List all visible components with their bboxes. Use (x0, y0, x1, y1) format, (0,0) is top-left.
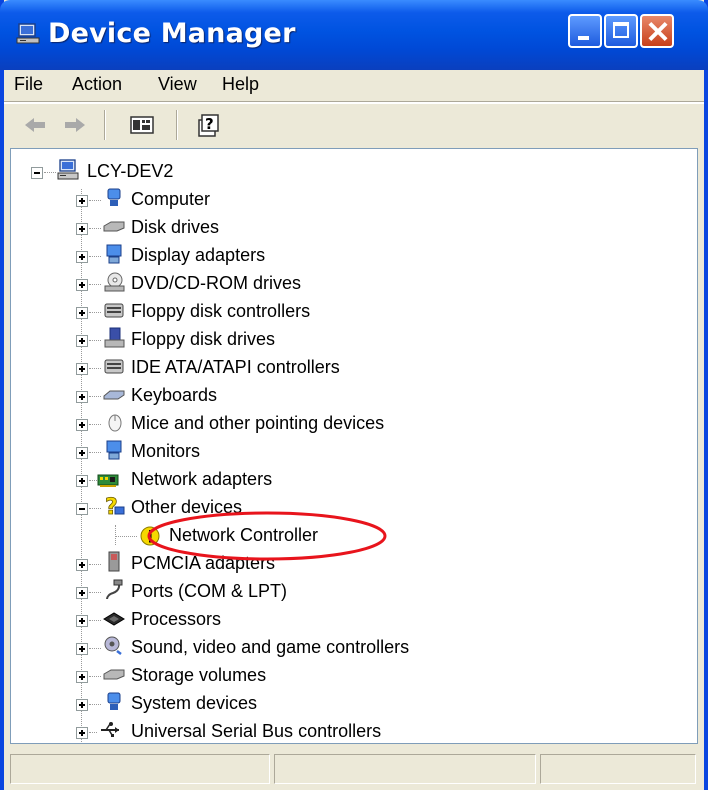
usb-icon (101, 722, 119, 737)
menu-action[interactable]: Action (72, 74, 122, 95)
forward-icon[interactable] (62, 112, 88, 138)
window-title: Device Manager (48, 18, 296, 49)
menu-help[interactable]: Help (222, 74, 259, 95)
computer-icon (107, 188, 121, 206)
pcmcia-icon (108, 551, 120, 572)
tree-item-pcmcia[interactable]: PCMCIA adapters (11, 551, 691, 577)
tree-item-ide-controllers[interactable]: IDE ATA/ATAPI controllers (11, 355, 691, 381)
device-manager-window: Device Manager File Action View Help ? L… (0, 0, 708, 790)
category-label: Mice and other pointing devices (131, 413, 385, 433)
controller-icon (104, 359, 124, 374)
tree-item-processors[interactable]: Processors (11, 607, 691, 633)
title-bar[interactable]: Device Manager (0, 0, 708, 70)
tree-item-network-adapters[interactable]: Network adapters (11, 467, 691, 493)
category-label: Processors (131, 609, 222, 629)
status-cell-right (540, 754, 696, 784)
tree-item-keyboards[interactable]: Keyboards (11, 383, 691, 409)
tree-item-display-adapters[interactable]: Display adapters (11, 243, 691, 269)
svg-text:?: ? (205, 115, 214, 133)
help-icon[interactable]: ? (196, 112, 224, 138)
tree-item-system-devices[interactable]: System devices (11, 691, 691, 717)
category-label: System devices (131, 693, 258, 713)
network-adapter-icon (97, 474, 119, 487)
tree-item-floppy-drives[interactable]: Floppy disk drives (11, 327, 691, 353)
properties-icon[interactable] (128, 112, 156, 138)
collapse-toggle[interactable] (76, 503, 88, 515)
category-label: Disk drives (131, 217, 220, 237)
category-label: Computer (131, 189, 211, 209)
keyboard-icon (103, 390, 125, 400)
maximize-button[interactable] (604, 14, 638, 48)
category-label: Sound, video and game controllers (131, 637, 410, 657)
category-label: Universal Serial Bus controllers (131, 721, 382, 741)
minimize-button[interactable] (568, 14, 602, 48)
tree-item-ports[interactable]: Ports (COM & LPT) (11, 579, 691, 605)
floppy-drive-icon (104, 327, 125, 348)
device-tree: LCY-DEV2 Computer Disk drives Display ad… (10, 148, 698, 744)
computer-root-icon (57, 159, 79, 180)
mouse-icon (108, 414, 122, 432)
sound-icon (104, 636, 122, 655)
tree-item-other-devices[interactable]: ? Other devices (11, 495, 691, 521)
tree-root[interactable]: LCY-DEV2 (11, 159, 691, 185)
system-device-icon (107, 692, 121, 710)
tree-item-disk-drives[interactable]: Disk drives (11, 215, 691, 241)
unknown-device-icon: ? (105, 495, 125, 517)
tree-item-monitors[interactable]: Monitors (11, 439, 691, 465)
port-icon (106, 579, 123, 600)
back-icon[interactable] (22, 112, 48, 138)
tree-item-computer[interactable]: Computer (11, 187, 691, 213)
category-label: Other devices (131, 497, 243, 517)
tree-item-sound[interactable]: Sound, video and game controllers (11, 635, 691, 661)
dvd-drive-icon (104, 272, 125, 292)
tree-item-storage[interactable]: Storage volumes (11, 663, 691, 689)
toolbar-separator (176, 110, 178, 140)
status-cell-main (10, 754, 270, 784)
toolbar-separator (104, 110, 106, 140)
device-label: Network Controller (169, 525, 319, 545)
tree-item-usb[interactable]: Universal Serial Bus controllers (11, 719, 691, 743)
tree-item-floppy-controllers[interactable]: Floppy disk controllers (11, 299, 691, 325)
root-label: LCY-DEV2 (87, 161, 174, 181)
display-adapter-icon (106, 244, 122, 264)
tree-item-mice[interactable]: Mice and other pointing devices (11, 411, 691, 437)
category-label: IDE ATA/ATAPI controllers (131, 357, 340, 377)
status-bar (4, 748, 704, 790)
menu-file[interactable]: File (14, 74, 43, 95)
toolbar: ? (4, 104, 704, 146)
device-manager-icon (16, 23, 40, 44)
category-label: Ports (COM & LPT) (131, 581, 288, 601)
category-label: Keyboards (131, 385, 218, 405)
category-label: DVD/CD-ROM drives (131, 273, 302, 293)
collapse-toggle[interactable] (31, 167, 43, 179)
category-label: Network adapters (131, 469, 273, 489)
menu-bar: File Action View Help (4, 70, 704, 100)
category-label: Monitors (131, 441, 201, 461)
category-label: Floppy disk controllers (131, 301, 311, 321)
status-cell-middle (274, 754, 536, 784)
monitor-icon (106, 440, 122, 460)
disk-drive-icon (103, 221, 125, 232)
warning-icon (140, 526, 160, 546)
close-button[interactable] (640, 14, 674, 48)
storage-icon (103, 669, 125, 680)
tree-item-network-controller[interactable]: Network Controller (11, 523, 691, 549)
menu-view[interactable]: View (158, 74, 197, 95)
category-label: Storage volumes (131, 665, 267, 685)
category-label: Display adapters (131, 245, 266, 265)
processor-icon (103, 612, 125, 626)
controller-icon (104, 303, 124, 318)
tree-item-dvd-drives[interactable]: DVD/CD-ROM drives (11, 271, 691, 297)
category-label: PCMCIA adapters (131, 553, 276, 573)
category-label: Floppy disk drives (131, 329, 276, 349)
